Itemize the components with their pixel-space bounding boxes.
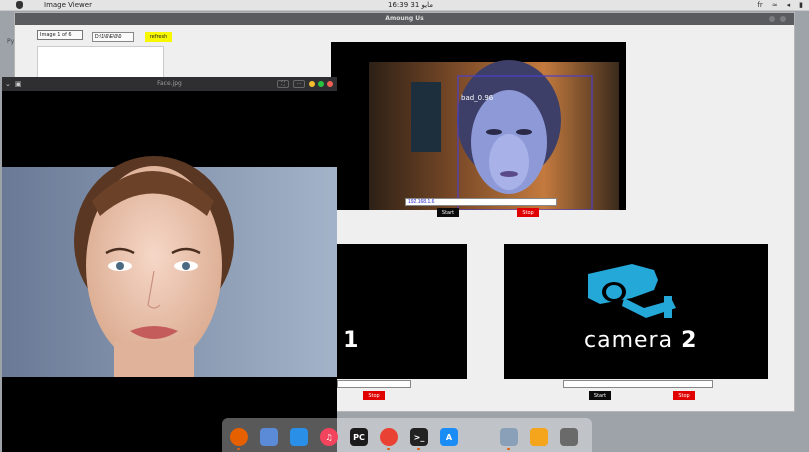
detection-label: bad_0.96	[461, 94, 494, 102]
music-icon[interactable]: ♫	[320, 428, 338, 446]
image-path-field[interactable]	[92, 32, 134, 42]
camera-2-logo-icon	[588, 264, 676, 318]
running-indicator	[387, 448, 390, 450]
camera-1-ip-input[interactable]	[337, 380, 411, 388]
top-stop-button[interactable]: Stop	[517, 208, 539, 217]
window-controls	[769, 16, 786, 22]
zoom-icon[interactable]	[318, 81, 324, 87]
viewer-window-controls	[309, 81, 333, 87]
running-indicator	[507, 448, 510, 450]
window-title: Amoung Us	[385, 15, 424, 22]
appstore-icon[interactable]: A	[440, 428, 458, 446]
notes-icon[interactable]	[530, 428, 548, 446]
viewer-titlebar[interactable]: ⌄ ▣ Face.jpg ⛶ ···	[2, 77, 337, 91]
battery-icon[interactable]: ▮	[799, 1, 803, 9]
camera-2-feed: camera 2	[504, 244, 768, 379]
active-app-name[interactable]: Image Viewer	[44, 1, 92, 9]
menu-bar: Image Viewer 16:39 31 مايو fr ≈ ◂ ▮	[0, 0, 809, 11]
apple-logo-icon[interactable]	[16, 1, 23, 9]
image-viewer-icon[interactable]	[500, 428, 518, 446]
camera-2-caption: camera 2	[584, 328, 698, 353]
face-detection-image: bad_0.96	[331, 42, 626, 210]
launchpad-icon[interactable]	[560, 428, 578, 446]
top-start-button[interactable]: Start	[437, 208, 459, 217]
window-titlebar[interactable]: Amoung Us	[15, 13, 794, 25]
camera-2-start-button[interactable]: Start	[589, 391, 611, 400]
firefox-icon[interactable]	[230, 428, 248, 446]
running-indicator	[417, 448, 420, 450]
terminal-icon[interactable]: >_	[410, 428, 428, 446]
status-area: fr ≈ ◂ ▮	[757, 1, 803, 9]
minimize-icon[interactable]	[769, 16, 775, 22]
close-icon[interactable]	[327, 81, 333, 87]
running-indicator	[237, 448, 240, 450]
menubar-clock[interactable]: 16:39 31 مايو	[388, 1, 433, 9]
refresh-button[interactable]: refresh	[145, 32, 172, 42]
close-icon[interactable]	[780, 16, 786, 22]
input-language[interactable]: fr	[757, 1, 762, 9]
pycharm-icon[interactable]: PC	[350, 428, 368, 446]
minimize-icon[interactable]	[309, 81, 315, 87]
chrome-icon[interactable]	[380, 428, 398, 446]
face-photo	[2, 91, 337, 452]
wifi-icon[interactable]: ≈	[772, 1, 778, 9]
volume-icon[interactable]: ◂	[787, 1, 791, 9]
preview-icon[interactable]	[260, 428, 278, 446]
detection-feed: bad_0.96	[331, 42, 626, 210]
camera-2-stop-button[interactable]: Stop	[673, 391, 695, 400]
image-viewer-window: ⌄ ▣ Face.jpg ⛶ ···	[2, 77, 337, 452]
camera-1-stop-button[interactable]: Stop	[363, 391, 385, 400]
top-feed-ip-input[interactable]	[405, 198, 557, 206]
dock: ♫ PC >_ A	[222, 418, 592, 452]
finder-icon[interactable]	[290, 428, 308, 446]
camera-2-ip-input[interactable]	[563, 380, 713, 388]
fullscreen-icon[interactable]: ⛶	[277, 80, 289, 88]
image-counter-label: Image 1 of 6	[37, 30, 83, 40]
more-options-icon[interactable]: ···	[293, 80, 305, 88]
